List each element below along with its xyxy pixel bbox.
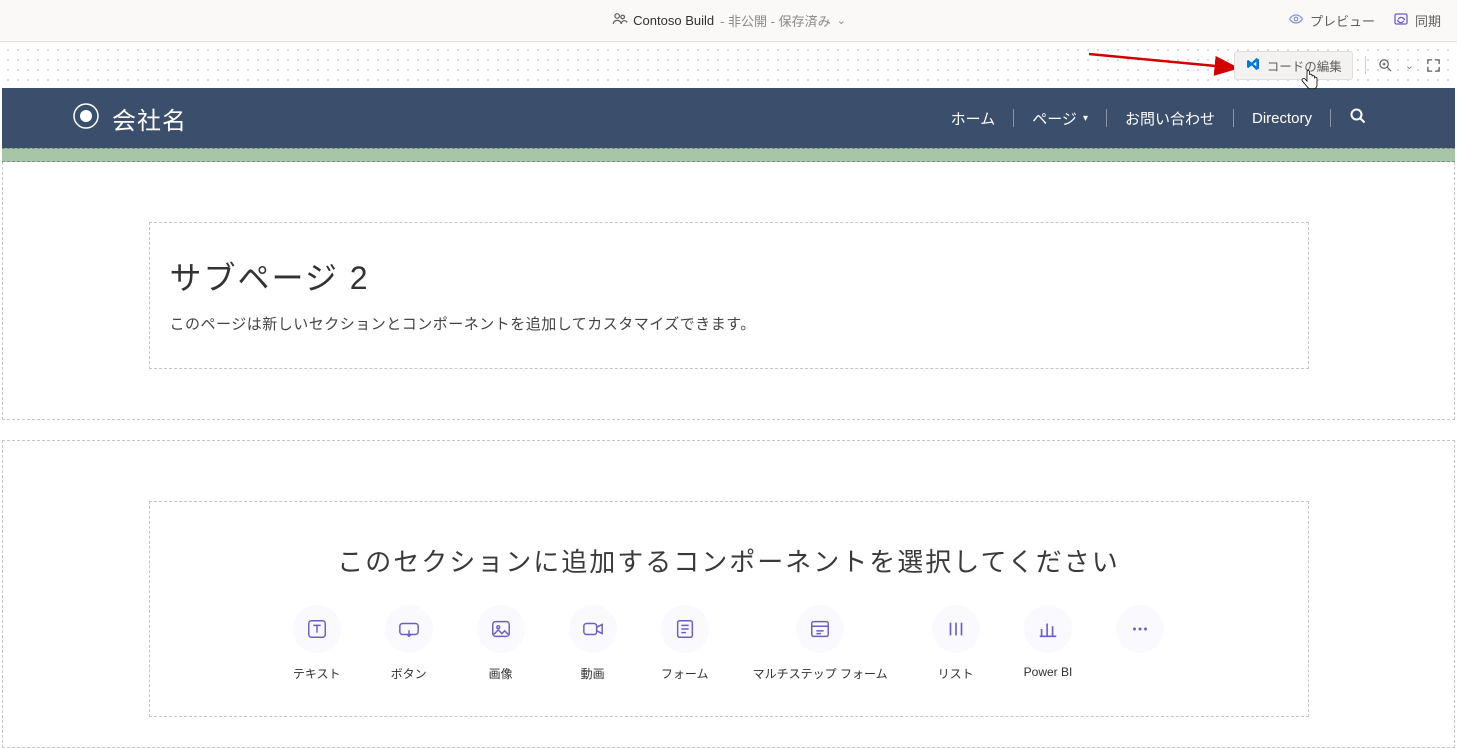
fullscreen-button[interactable] (1420, 54, 1447, 77)
app-bar-title-group[interactable]: Contoso Build - 非公開 - 保存済み ⌄ (611, 11, 846, 30)
edit-code-button[interactable]: コードの編集 (1234, 51, 1353, 80)
site-logo[interactable]: 会社名 (72, 101, 187, 136)
company-name: 会社名 (112, 101, 187, 136)
picker-item-list[interactable]: リスト (932, 605, 980, 682)
site-name: Contoso Build (633, 13, 714, 28)
preview-label: プレビュー (1310, 11, 1375, 30)
picker-item-powerbi[interactable]: Power BI (1024, 605, 1073, 682)
app-bar: Contoso Build - 非公開 - 保存済み ⌄ プレビュー 同期 (0, 0, 1457, 42)
picker-item-image[interactable]: 画像 (477, 605, 525, 682)
search-icon (1349, 107, 1367, 129)
nav-contact-label: お問い合わせ (1125, 108, 1215, 129)
arrow-annotation (1087, 50, 1247, 78)
canvas: サブページ 2 このページは新しいセクションとコンポーネントを追加してカスタマイ… (0, 162, 1457, 748)
sync-button[interactable]: 同期 (1393, 11, 1441, 30)
canvas-toolbar: コードの編集 ⌄ (0, 42, 1457, 88)
picker-label (1139, 665, 1142, 679)
list-icon (932, 605, 980, 653)
zoom-dropdown[interactable]: ⌄ (1399, 55, 1420, 76)
nav-search[interactable] (1331, 107, 1385, 129)
picker-label: リスト (938, 665, 974, 682)
multistep-form-icon (796, 605, 844, 653)
page-title[interactable]: サブページ 2 (170, 253, 1288, 299)
edit-code-label: コードの編集 (1267, 56, 1342, 75)
section-divider-band[interactable] (2, 148, 1455, 162)
picker-item-form[interactable]: フォーム (661, 605, 709, 682)
chevron-down-icon: ⌄ (837, 14, 846, 27)
logo-icon (72, 102, 100, 135)
nav-pages[interactable]: ページ ▾ (1014, 108, 1106, 129)
section-2[interactable]: このセクションに追加するコンポーネントを選択してください テキスト ボタン (2, 440, 1455, 748)
nav-directory[interactable]: Directory (1234, 110, 1330, 127)
image-icon (477, 605, 525, 653)
component-picker: このセクションに追加するコンポーネントを選択してください テキスト ボタン (149, 501, 1309, 717)
section-1[interactable]: サブページ 2 このページは新しいセクションとコンポーネントを追加してカスタマイ… (2, 162, 1455, 420)
picker-item-multistep-form[interactable]: マルチステップ フォーム (753, 605, 888, 682)
vscode-icon (1245, 56, 1261, 75)
eye-icon (1288, 11, 1304, 30)
picker-label: 画像 (489, 665, 513, 682)
more-icon (1116, 605, 1164, 653)
picker-label: Power BI (1024, 665, 1073, 679)
powerbi-icon (1024, 605, 1072, 653)
picker-label: テキスト (293, 665, 341, 682)
chevron-down-icon: ▾ (1083, 113, 1088, 124)
picker-title: このセクションに追加するコンポーネントを選択してください (170, 542, 1288, 579)
preview-button[interactable]: プレビュー (1288, 11, 1375, 30)
sync-icon (1393, 11, 1409, 30)
site-header: 会社名 ホーム ページ ▾ お問い合わせ Directory (2, 88, 1455, 148)
nav-pages-label: ページ (1032, 108, 1077, 129)
people-icon (611, 11, 627, 30)
picker-item-video[interactable]: 動画 (569, 605, 617, 682)
picker-item-button[interactable]: ボタン (385, 605, 433, 682)
picker-label: フォーム (661, 665, 709, 682)
picker-items: テキスト ボタン 画像 (170, 605, 1288, 682)
picker-label: 動画 (581, 665, 605, 682)
form-icon (661, 605, 709, 653)
nav-home[interactable]: ホーム (933, 108, 1014, 129)
nav-home-label: ホーム (951, 108, 996, 129)
picker-item-text[interactable]: テキスト (293, 605, 341, 682)
app-bar-right: プレビュー 同期 (1288, 11, 1457, 30)
toolbar-separator (1365, 56, 1366, 74)
page-description[interactable]: このページは新しいセクションとコンポーネントを追加してカスタマイズできます。 (170, 313, 1288, 334)
site-nav: ホーム ページ ▾ お問い合わせ Directory (933, 107, 1385, 129)
video-icon (569, 605, 617, 653)
picker-label: マルチステップ フォーム (753, 665, 888, 682)
text-icon (293, 605, 341, 653)
zoom-button[interactable] (1372, 54, 1399, 77)
content-box-1[interactable]: サブページ 2 このページは新しいセクションとコンポーネントを追加してカスタマイ… (149, 222, 1309, 369)
site-status: - 非公開 - 保存済み (720, 11, 831, 30)
button-icon (385, 605, 433, 653)
picker-item-more[interactable] (1116, 605, 1164, 682)
sync-label: 同期 (1415, 11, 1441, 30)
nav-directory-label: Directory (1252, 110, 1312, 127)
nav-contact[interactable]: お問い合わせ (1107, 108, 1233, 129)
picker-label: ボタン (391, 665, 427, 682)
